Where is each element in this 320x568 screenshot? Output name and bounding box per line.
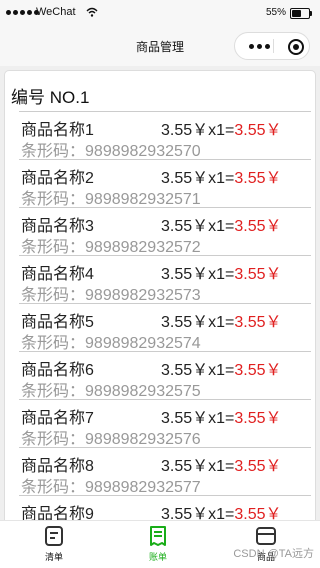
- item-list: 商品名称1 3.55￥x1=3.55￥ 条形码：9898982932570 商品名称2…: [19, 111, 311, 529]
- menu-capsule: [234, 32, 310, 60]
- watermark: CSDN @TA远方: [233, 548, 314, 560]
- item-barcode: 条形码：9898982932576: [21, 425, 201, 449]
- status-bar: WeChat 55%: [0, 0, 320, 28]
- barcode-value: 9898982932575: [85, 383, 201, 400]
- barcode-prefix: 条形码：: [21, 191, 86, 208]
- item-row: 商品名称5 3.55￥x1=3.55￥ 条形码：9898982932574: [19, 303, 311, 353]
- barcode-value: 9898982932572: [85, 239, 201, 256]
- item-total: 3.55￥: [234, 362, 282, 379]
- wifi-icon: [86, 7, 98, 17]
- tab-bar: 清单 账单 商品 CSDN @TA远方: [0, 520, 320, 568]
- item-barcode: 条形码：9898982932575: [21, 377, 201, 401]
- barcode-value: 9898982932571: [85, 191, 201, 208]
- battery-icon: [290, 8, 312, 19]
- item-row: 商品名称3 3.55￥x1=3.55￥ 条形码：9898982932572: [19, 207, 311, 257]
- item-total: 3.55￥: [234, 458, 282, 475]
- barcode-value: 9898982932577: [85, 479, 201, 496]
- item-total: 3.55￥: [234, 266, 282, 283]
- tab-list[interactable]: 清单: [24, 525, 84, 563]
- barcode-prefix: 条形码：: [21, 383, 86, 400]
- barcode-prefix: 条形码：: [21, 479, 86, 496]
- barcode-prefix: 条形码：: [21, 143, 86, 160]
- item-barcode: 条形码：9898982932573: [21, 281, 201, 305]
- item-barcode: 条形码：9898982932570: [21, 137, 201, 161]
- barcode-value: 9898982932570: [85, 143, 201, 160]
- item-barcode: 条形码：9898982932571: [21, 185, 201, 209]
- item-row: 商品名称2 3.55￥x1=3.55￥ 条形码：9898982932571: [19, 159, 311, 209]
- item-row: 商品名称1 3.55￥x1=3.55￥ 条形码：9898982932570: [19, 111, 311, 161]
- barcode-value: 9898982932574: [85, 335, 201, 352]
- barcode-prefix: 条形码：: [21, 431, 86, 448]
- battery-percent: 55%: [265, 7, 286, 18]
- barcode-prefix: 条形码：: [21, 287, 86, 304]
- list-doc-icon: [45, 526, 63, 546]
- item-total: 3.55￥: [234, 170, 282, 187]
- navigation-bar: 商品管理: [0, 28, 320, 66]
- item-total: 3.55￥: [234, 218, 282, 235]
- barcode-prefix: 条形码：: [21, 239, 86, 256]
- item-row: 商品名称6 3.55￥x1=3.55￥ 条形码：9898982932575: [19, 351, 311, 401]
- item-barcode: 条形码：9898982932577: [21, 473, 201, 497]
- close-miniprogram-icon[interactable]: [288, 39, 304, 55]
- item-barcode: 条形码：9898982932572: [21, 233, 201, 257]
- item-barcode: 条形码：9898982932574: [21, 329, 201, 353]
- item-row: 商品名称8 3.55￥x1=3.55￥ 条形码：9898982932577: [19, 447, 311, 497]
- item-total: 3.55￥: [234, 410, 282, 427]
- barcode-prefix: 条形码：: [21, 335, 86, 352]
- item-row: 商品名称4 3.55￥x1=3.55￥ 条形码：9898982932573: [19, 255, 311, 305]
- order-number-title: 编号 NO.1: [11, 88, 90, 107]
- tab-list-label: 清单: [44, 552, 63, 562]
- receipt-icon: [150, 526, 166, 546]
- tab-bill[interactable]: 账单: [128, 525, 188, 563]
- tab-bill-label: 账单: [148, 552, 167, 562]
- barcode-value: 9898982932576: [85, 431, 201, 448]
- more-options-icon[interactable]: [249, 44, 270, 49]
- wallet-card-icon: [256, 527, 276, 545]
- capsule-divider: [273, 39, 274, 53]
- item-total: 3.55￥: [234, 314, 282, 331]
- barcode-value: 9898982932573: [85, 287, 201, 304]
- order-card: 编号 NO.1 商品名称1 3.55￥x1=3.55￥ 条形码：9898982932…: [4, 70, 316, 530]
- carrier-name: WeChat: [36, 6, 76, 18]
- item-total: 3.55￥: [234, 122, 282, 139]
- item-row: 商品名称7 3.55￥x1=3.55￥ 条形码：9898982932576: [19, 399, 311, 449]
- signal-strength-icon: [6, 10, 39, 15]
